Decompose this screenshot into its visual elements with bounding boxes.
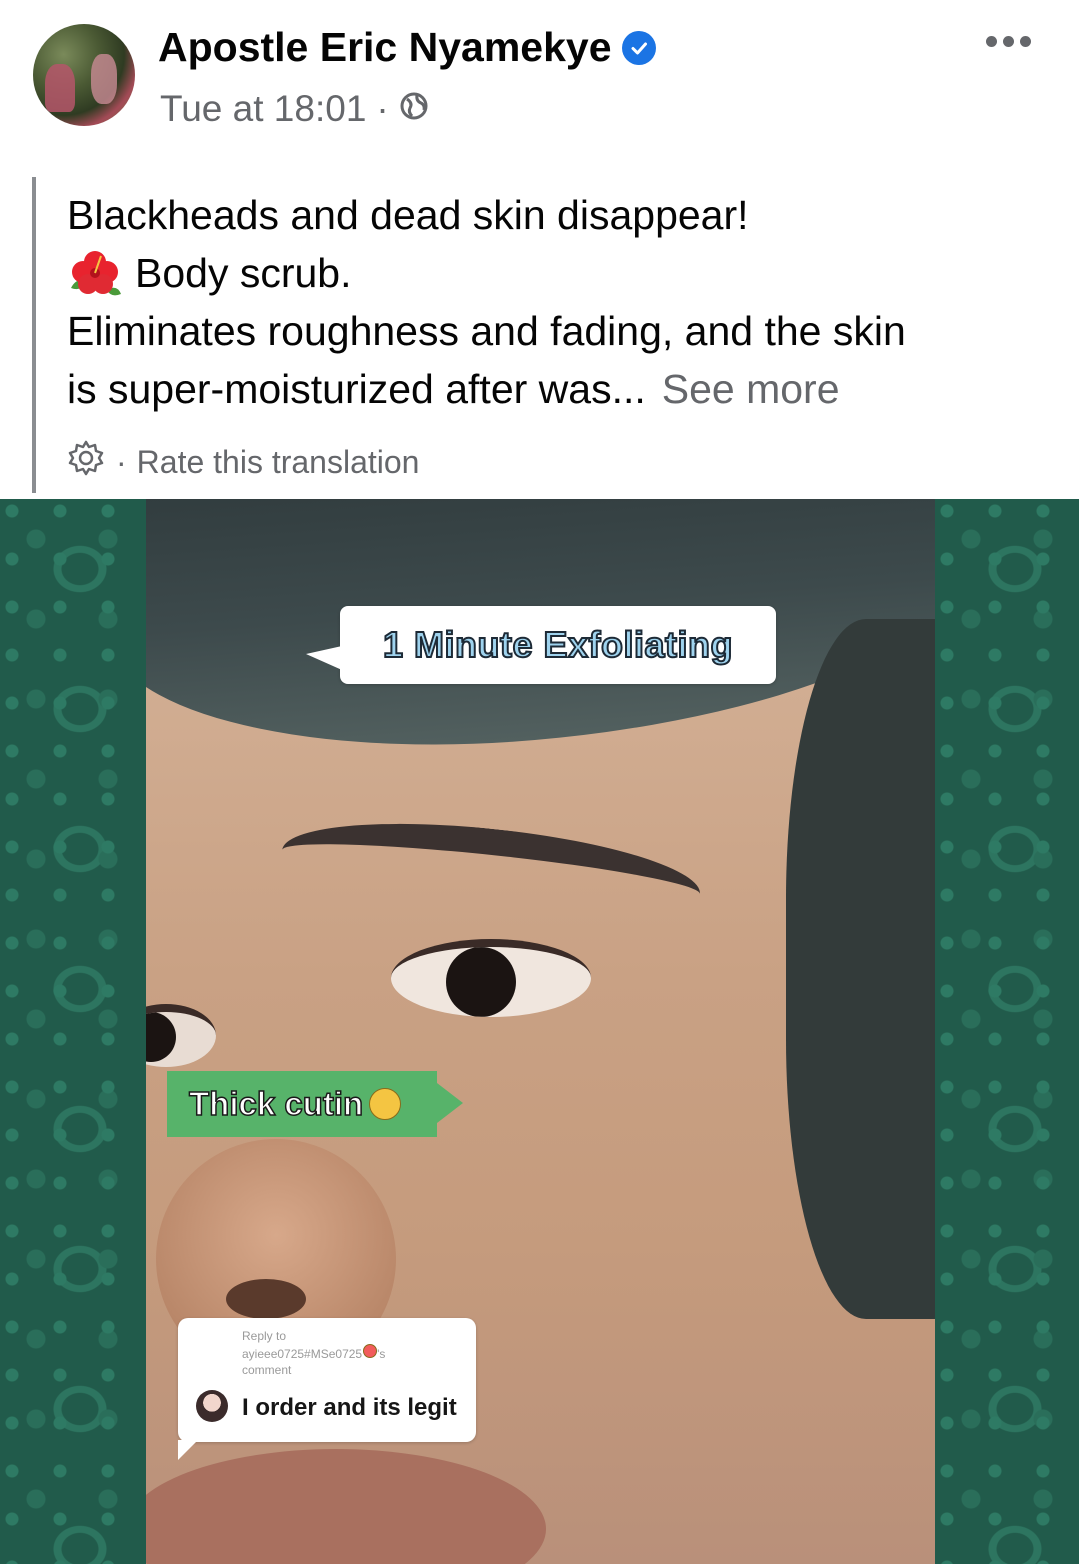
reply-comment-bubble: Reply to ayieee0725#MSe0725 's comment I … bbox=[178, 1318, 476, 1460]
eye-shape bbox=[391, 939, 591, 1017]
post-text-line-4: is super-moisturized after was... See mo… bbox=[67, 360, 1027, 418]
post-header: Apostle Eric Nyamekye Tue at 18:01 · bbox=[0, 0, 1079, 170]
post-text: Blackheads and dead skin disappear! Body… bbox=[67, 186, 1027, 418]
post-text-line-1: Blackheads and dead skin disappear! bbox=[67, 192, 749, 238]
caption-thick-cutin: Thick cutin bbox=[167, 1071, 463, 1137]
reply-avatar bbox=[196, 1390, 228, 1422]
reply-possessive: 's bbox=[377, 1347, 386, 1361]
post-text-line-3: Eliminates roughness and fading, and the… bbox=[67, 308, 906, 354]
post-timestamp[interactable]: Tue at 18:01 bbox=[160, 88, 366, 130]
hair-side-shape bbox=[786, 619, 935, 1319]
post-video[interactable]: 1 Minute Exfoliating Thick cutin Reply t… bbox=[0, 499, 1079, 1564]
reply-header: Reply to ayieee0725#MSe0725 's comment bbox=[242, 1328, 462, 1378]
post-text-line-4-text: is super-moisturized after was... bbox=[67, 366, 646, 412]
reply-comment-label: comment bbox=[242, 1363, 292, 1377]
caption-thick-cutin-text: Thick cutin bbox=[188, 1084, 364, 1123]
hibiscus-icon bbox=[71, 251, 121, 296]
reply-username-row: ayieee0725#MSe0725 's bbox=[242, 1344, 462, 1362]
rate-translation-link[interactable]: Rate this translation bbox=[137, 444, 420, 481]
reply-username: ayieee0725#MSe0725 bbox=[242, 1347, 363, 1361]
more-options-icon[interactable] bbox=[986, 36, 1034, 50]
lip-shape bbox=[146, 1449, 546, 1564]
pattern-panel-left bbox=[0, 499, 146, 1564]
post-text-line-2-text: Body scrub. bbox=[135, 250, 352, 296]
globe-icon[interactable] bbox=[399, 88, 429, 130]
post-text-line-2: Body scrub. bbox=[67, 244, 1027, 302]
reply-to-label: Reply to bbox=[242, 1329, 287, 1343]
translation-quote-bar bbox=[32, 177, 36, 493]
author-name-row: Apostle Eric Nyamekye bbox=[158, 24, 656, 71]
grin-sweat-emoji-icon bbox=[369, 1088, 402, 1120]
verified-badge-icon bbox=[621, 30, 656, 65]
heart-eyes-emoji-icon bbox=[363, 1344, 378, 1358]
post-meta: Tue at 18:01 · bbox=[160, 88, 429, 130]
caption-exfoliating: 1 Minute Exfoliating bbox=[306, 606, 776, 684]
eye-left-shape bbox=[146, 1004, 216, 1067]
translation-separator: · bbox=[116, 443, 127, 480]
author-avatar[interactable] bbox=[33, 24, 135, 126]
author-name[interactable]: Apostle Eric Nyamekye bbox=[158, 24, 612, 71]
meta-separator: · bbox=[376, 88, 389, 129]
gear-icon[interactable] bbox=[66, 438, 106, 486]
see-more-link[interactable]: See more bbox=[662, 360, 840, 418]
translation-row: · Rate this translation bbox=[66, 438, 419, 486]
caption-exfoliating-text: 1 Minute Exfoliating bbox=[382, 623, 734, 666]
eyebrow-shape bbox=[277, 807, 705, 937]
nostril-shape bbox=[226, 1279, 306, 1319]
reply-comment-text: I order and its legit bbox=[242, 1394, 457, 1421]
pattern-panel-right bbox=[935, 499, 1079, 1564]
